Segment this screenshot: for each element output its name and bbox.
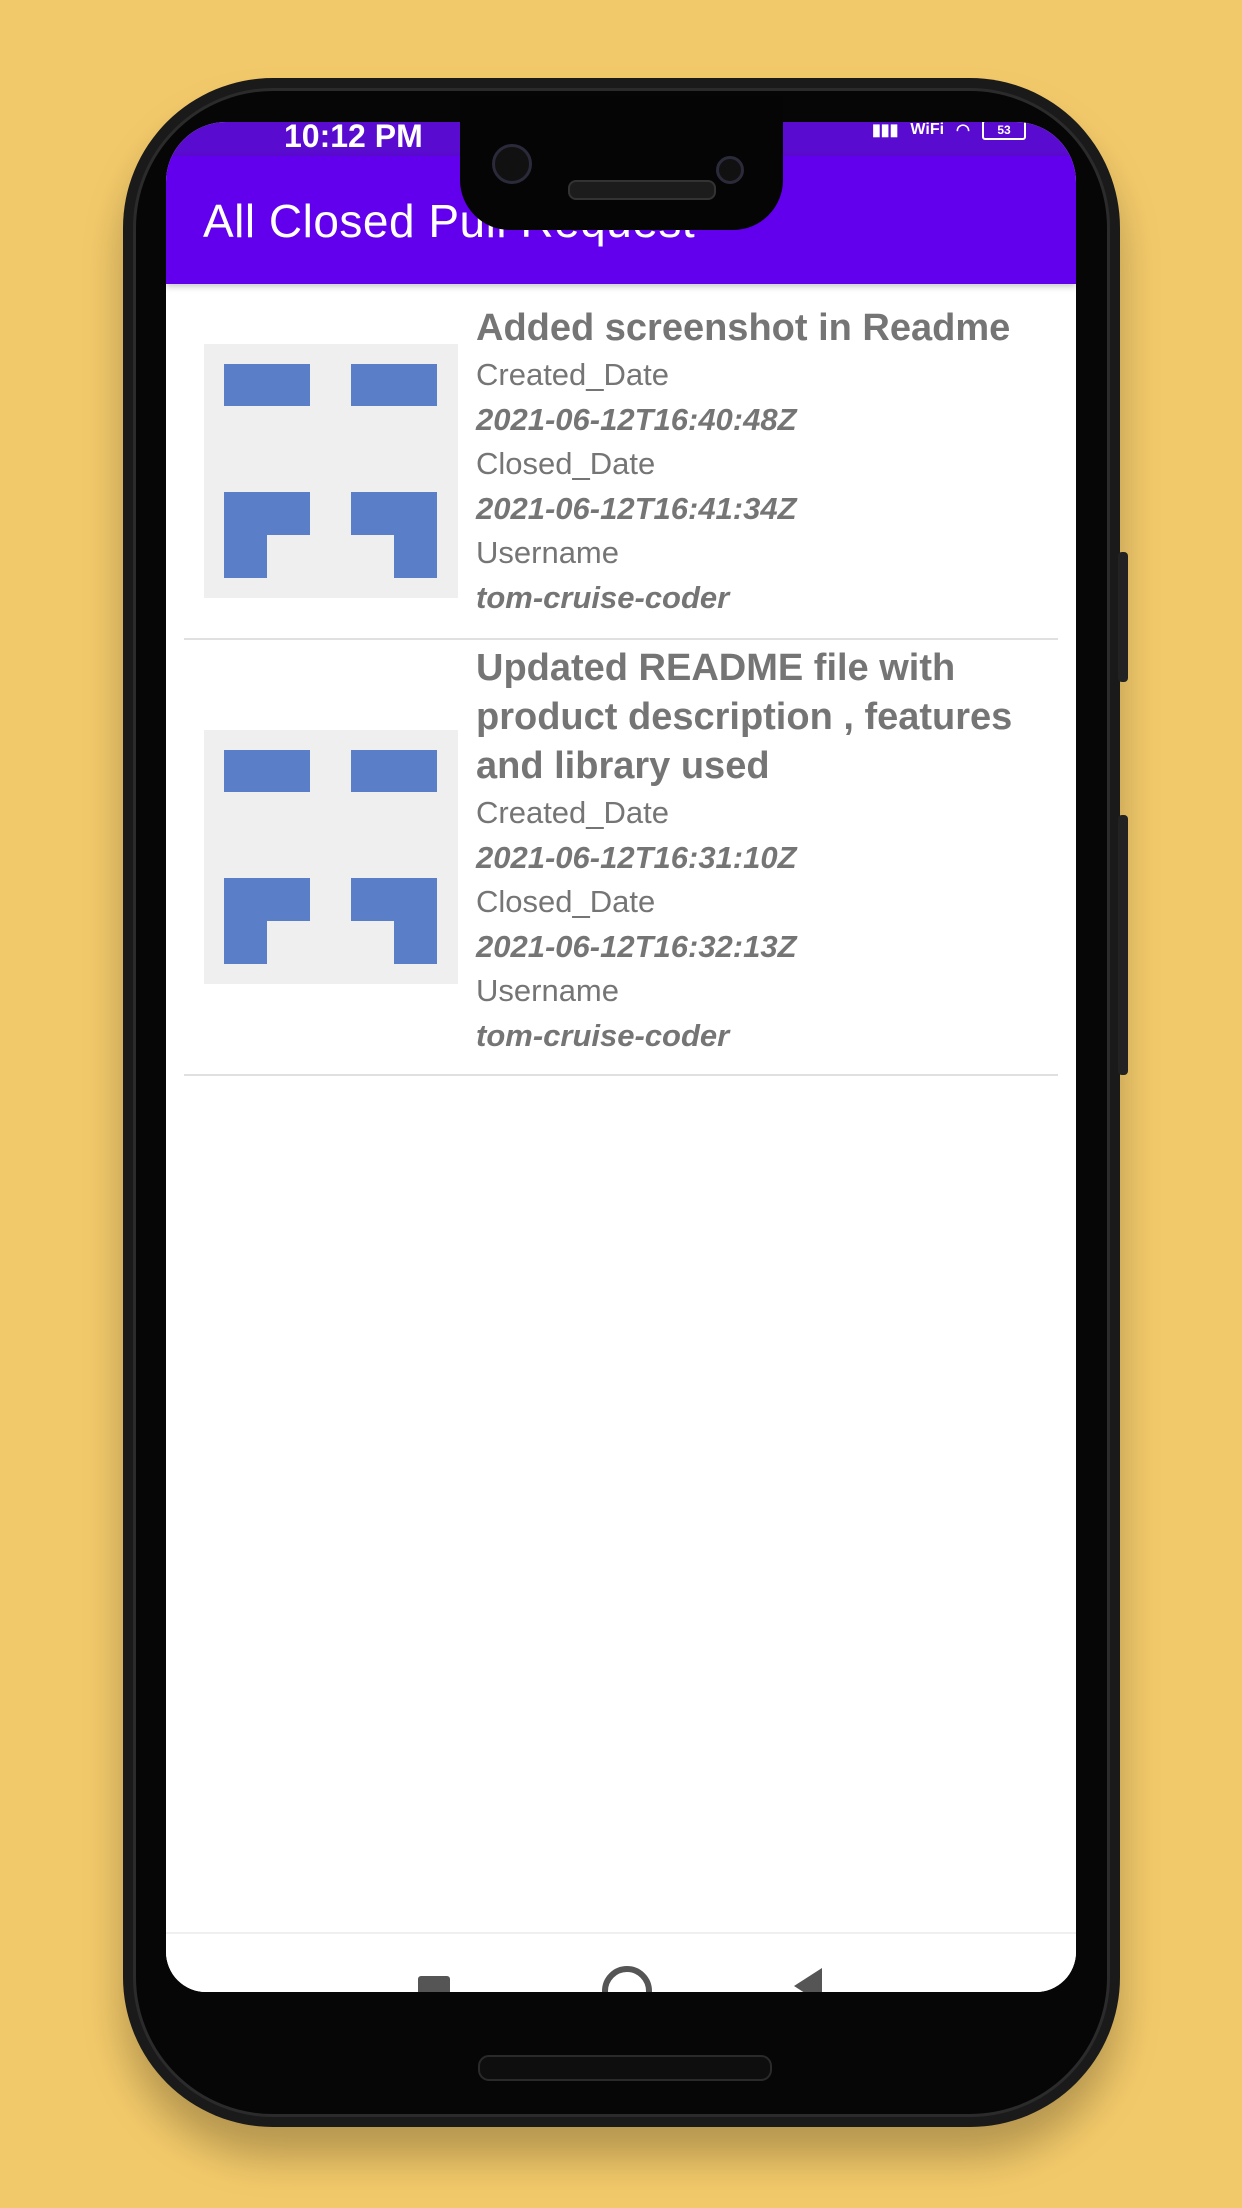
camera-notch (460, 96, 783, 230)
placeholder-shape (351, 364, 437, 406)
list-item[interactable]: Added screenshot in Readme Created_Date … (184, 284, 1058, 640)
placeholder-shape (224, 492, 310, 578)
username-value: tom-cruise-coder (476, 580, 730, 615)
device-screen: 10:12 PM ▮▮▮ WiFi ◠ 53 All Closed Pull R… (166, 122, 1076, 1992)
closed-label: Closed_Date (476, 446, 656, 481)
placeholder-shape (351, 492, 437, 578)
username-label: Username (476, 973, 619, 1008)
closed-date: 2021-06-12T16:41:34Z (476, 491, 797, 526)
back-icon[interactable] (794, 1968, 822, 1992)
status-time: 10:12 PM (284, 122, 423, 154)
wifi-label: WiFi (910, 122, 945, 138)
username-label: Username (476, 535, 619, 570)
home-icon[interactable] (602, 1966, 652, 1992)
power-button (1118, 552, 1128, 682)
avatar-placeholder (204, 344, 458, 598)
status-icons: ▮▮▮ WiFi ◠ 53 (872, 122, 1026, 140)
signal-icon: ▮▮▮ (871, 122, 899, 139)
placeholder-shape (224, 878, 310, 964)
created-date: 2021-06-12T16:40:48Z (476, 402, 797, 437)
wifi-icon: ◠ (956, 122, 970, 139)
front-camera-icon (492, 144, 532, 184)
battery-icon: 53 (982, 122, 1026, 140)
pr-title: Added screenshot in Readme (476, 307, 1011, 349)
created-date: 2021-06-12T16:31:10Z (476, 840, 797, 875)
placeholder-shape (351, 750, 437, 792)
volume-button (1118, 815, 1128, 1075)
earpiece-speaker (568, 180, 716, 200)
created-label: Created_Date (476, 795, 670, 830)
placeholder-shape (224, 750, 310, 792)
recents-icon[interactable] (418, 1976, 450, 1992)
list-item[interactable]: Updated README file with product descrip… (184, 640, 1058, 1076)
pr-details: Updated README file with product descrip… (476, 646, 1048, 1058)
placeholder-shape (224, 364, 310, 406)
battery-level: 53 (997, 123, 1011, 137)
sensor-icon (716, 156, 744, 184)
navigation-bar (166, 1932, 1076, 1992)
pr-title: Updated README file with product descrip… (476, 647, 1013, 787)
pr-details: Added screenshot in Readme Created_Date … (476, 306, 1048, 620)
username-value: tom-cruise-coder (476, 1018, 730, 1053)
home-indicator (478, 2055, 772, 2081)
created-label: Created_Date (476, 357, 670, 392)
closed-date: 2021-06-12T16:32:13Z (476, 929, 797, 964)
avatar-placeholder (204, 730, 458, 984)
closed-label: Closed_Date (476, 884, 656, 919)
placeholder-shape (351, 878, 437, 964)
